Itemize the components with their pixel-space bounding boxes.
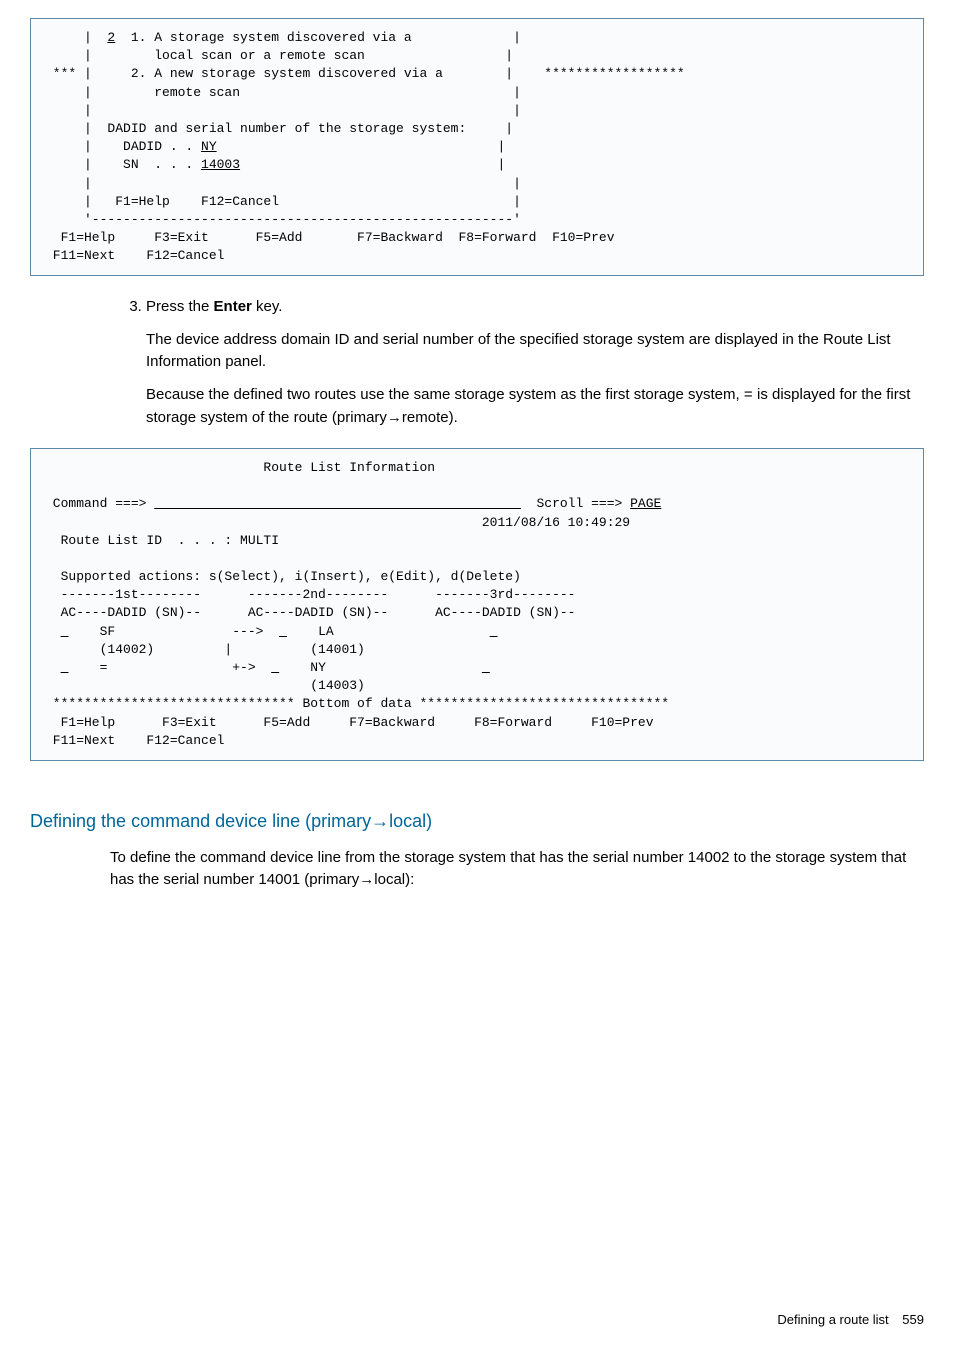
t1-line: | | [45,103,521,118]
enter-key-label: Enter [214,298,252,315]
t1-line: | [240,157,505,172]
t1-line: 1. A storage system discovered via a | [115,30,521,45]
t2-title: Route List Information [45,460,435,475]
t2-actions: Supported actions: s(Select), i(Insert),… [45,569,521,584]
t2-row: = +-> [68,660,271,675]
terminal-panel-1: | 2 1. A storage system discovered via a… [30,18,924,276]
t2-scroll-value: PAGE [630,496,661,511]
t1-line: | local scan or a remote scan | [45,48,513,63]
t2-action-field[interactable]: _ [279,624,287,639]
t2-routelist-id: Route List ID . . . : MULTI [45,533,279,548]
t2-fkeys: F1=Help F3=Exit F5=Add F7=Backward F8=Fo… [45,715,654,730]
footer-title: Defining a route list [777,1312,888,1327]
equals-symbol: = [744,387,753,404]
t2-row: LA [287,624,490,639]
t1-sn-value: 14003 [201,157,240,172]
t1-line: | DADID . . [45,139,201,154]
t2-action-field[interactable]: _ [490,624,498,639]
t2-action-field[interactable]: _ [482,660,490,675]
t2-blank [45,551,53,566]
section-heading: Defining the command device line (primar… [30,811,924,832]
footer-page-number: 559 [902,1312,924,1327]
t2-row [45,660,61,675]
t1-line: | DADID and serial number of the storage… [45,121,513,136]
t2-cmd-label: Command ===> [45,496,154,511]
t2-header-divider: -------1st-------- -------2nd-------- --… [45,587,576,602]
t1-line: | [45,30,107,45]
t2-action-field[interactable]: _ [271,660,279,675]
step3-p2a: Because the defined two routes use the s… [146,386,744,403]
t1-line: | F1=Help F12=Cancel | [45,194,521,209]
t2-row: (14003) [45,678,365,693]
t2-header-cols: AC----DADID (SN)-- AC----DADID (SN)-- AC… [45,605,576,620]
step-3: Press the Enter key. The device address … [146,296,924,430]
t2-blank [45,478,53,493]
t2-row [45,624,61,639]
t2-bottom-marker: ******************************* Bottom o… [45,696,669,711]
t1-line: *** | 2. A new storage system discovered… [45,66,685,81]
step-list: Press the Enter key. The device address … [146,296,924,430]
t2-row: NY [279,660,482,675]
t1-line: | SN . . . [45,157,201,172]
t1-fkeys: F1=Help F3=Exit F5=Add F7=Backward F8=Fo… [45,230,615,245]
t2-row: (14002) | (14001) [45,642,365,657]
step3-rest: key. [252,298,283,315]
t1-line: | | [45,176,521,191]
t1-line: | [217,139,506,154]
step3-para2: Because the defined two routes use the s… [146,384,924,430]
step3-text: Press the [146,298,214,315]
t2-scroll-label: Scroll ===> [521,496,630,511]
t1-fkeys: F11=Next F12=Cancel [45,248,224,263]
t2-row: SF ---> [68,624,279,639]
t2-timestamp: 2011/08/16 10:49:29 [45,515,630,530]
t2-cmd-field[interactable] [154,496,521,511]
section-body: To define the command device line from t… [110,847,924,892]
step3-para1: The device address domain ID and serial … [146,329,924,374]
t1-line: '---------------------------------------… [45,212,521,227]
page-footer: Defining a route list 559 [30,1312,924,1327]
t2-fkeys: F11=Next F12=Cancel [45,733,224,748]
t1-dadid-value: NY [201,139,217,154]
t1-line: | remote scan | [45,85,521,100]
terminal-panel-2: Route List Information Command ===> Scro… [30,448,924,761]
